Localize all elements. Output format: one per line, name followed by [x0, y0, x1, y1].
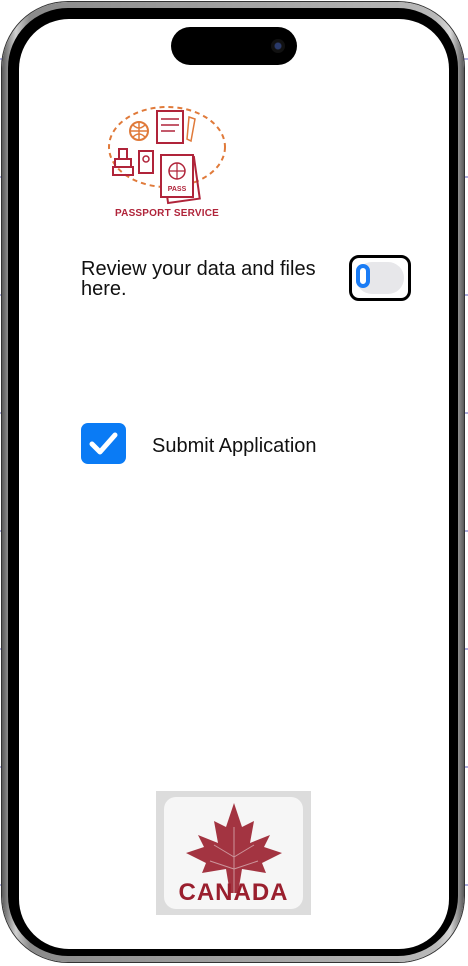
checkmark-icon	[89, 432, 118, 455]
camera-icon	[271, 39, 285, 53]
passport-service-logo: PASS PASSPORT SERVICE	[101, 99, 233, 224]
logo-caption: PASSPORT SERVICE	[115, 208, 219, 219]
dynamic-island	[171, 27, 297, 65]
screen: PASS PASSPORT SERVICE Review your data a…	[19, 19, 449, 949]
canada-text: CANADA	[178, 879, 289, 906]
canada-logo-card: CANADA	[164, 797, 303, 909]
toggle-knob	[356, 264, 370, 288]
submit-checkbox[interactable]	[81, 423, 126, 464]
svg-text:PASS: PASS	[168, 186, 187, 193]
review-text: Review your data and files here.	[81, 258, 316, 300]
canada-logo: CANADA	[156, 791, 311, 915]
submit-application-label[interactable]: Submit Application	[152, 435, 317, 458]
review-toggle[interactable]	[349, 255, 411, 301]
passport-service-icon: PASS	[108, 106, 226, 205]
